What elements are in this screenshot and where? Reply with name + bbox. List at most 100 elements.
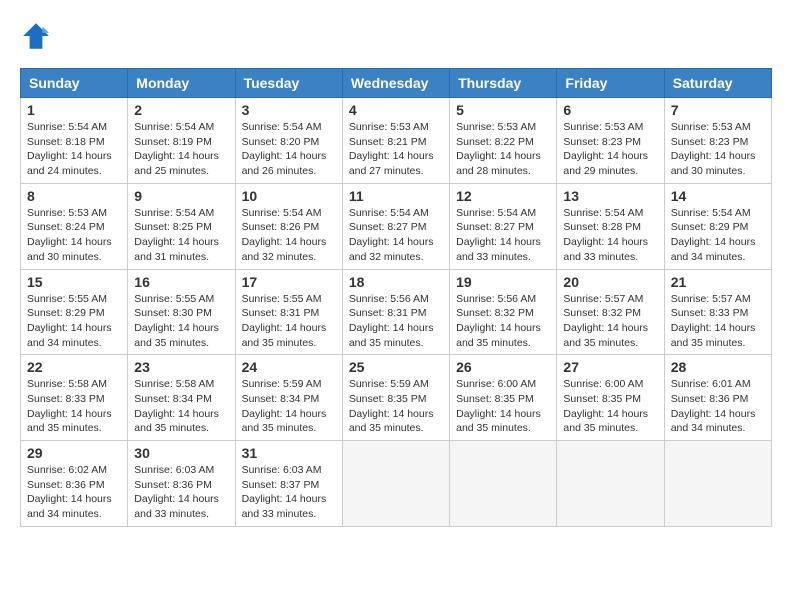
calendar-cell: 20 Sunrise: 5:57 AMSunset: 8:32 PMDayligh… bbox=[557, 269, 664, 355]
day-number: 29 bbox=[27, 445, 121, 461]
day-number: 5 bbox=[456, 102, 550, 118]
header-sunday: Sunday bbox=[21, 69, 128, 98]
day-number: 31 bbox=[242, 445, 336, 461]
logo-icon bbox=[20, 20, 52, 52]
day-info: Sunrise: 5:58 AMSunset: 8:33 PMDaylight:… bbox=[27, 377, 121, 436]
calendar-cell: 12 Sunrise: 5:54 AMSunset: 8:27 PMDayligh… bbox=[450, 183, 557, 269]
day-number: 27 bbox=[563, 359, 657, 375]
calendar-cell bbox=[450, 441, 557, 527]
calendar-cell: 16 Sunrise: 5:55 AMSunset: 8:30 PMDayligh… bbox=[128, 269, 235, 355]
calendar-cell: 1 Sunrise: 5:54 AMSunset: 8:18 PMDaylight… bbox=[21, 98, 128, 184]
day-number: 17 bbox=[242, 274, 336, 290]
day-info: Sunrise: 5:53 AMSunset: 8:23 PMDaylight:… bbox=[563, 120, 657, 179]
day-number: 8 bbox=[27, 188, 121, 204]
day-info: Sunrise: 5:56 AMSunset: 8:32 PMDaylight:… bbox=[456, 292, 550, 351]
day-number: 21 bbox=[671, 274, 765, 290]
day-number: 3 bbox=[242, 102, 336, 118]
calendar-header: SundayMondayTuesdayWednesdayThursdayFrid… bbox=[21, 69, 772, 98]
day-info: Sunrise: 5:54 AMSunset: 8:27 PMDaylight:… bbox=[349, 206, 443, 265]
day-number: 9 bbox=[134, 188, 228, 204]
day-info: Sunrise: 5:54 AMSunset: 8:27 PMDaylight:… bbox=[456, 206, 550, 265]
calendar-cell: 21 Sunrise: 5:57 AMSunset: 8:33 PMDayligh… bbox=[664, 269, 771, 355]
calendar-cell: 25 Sunrise: 5:59 AMSunset: 8:35 PMDayligh… bbox=[342, 355, 449, 441]
calendar-week-1: 1 Sunrise: 5:54 AMSunset: 8:18 PMDaylight… bbox=[21, 98, 772, 184]
header-wednesday: Wednesday bbox=[342, 69, 449, 98]
day-info: Sunrise: 5:54 AMSunset: 8:25 PMDaylight:… bbox=[134, 206, 228, 265]
day-number: 28 bbox=[671, 359, 765, 375]
day-number: 12 bbox=[456, 188, 550, 204]
day-info: Sunrise: 6:01 AMSunset: 8:36 PMDaylight:… bbox=[671, 377, 765, 436]
day-info: Sunrise: 5:54 AMSunset: 8:18 PMDaylight:… bbox=[27, 120, 121, 179]
calendar-cell: 5 Sunrise: 5:53 AMSunset: 8:22 PMDaylight… bbox=[450, 98, 557, 184]
calendar-cell: 4 Sunrise: 5:53 AMSunset: 8:21 PMDaylight… bbox=[342, 98, 449, 184]
day-number: 30 bbox=[134, 445, 228, 461]
calendar-cell: 22 Sunrise: 5:58 AMSunset: 8:33 PMDayligh… bbox=[21, 355, 128, 441]
day-info: Sunrise: 5:54 AMSunset: 8:26 PMDaylight:… bbox=[242, 206, 336, 265]
calendar-cell: 15 Sunrise: 5:55 AMSunset: 8:29 PMDayligh… bbox=[21, 269, 128, 355]
calendar-cell: 27 Sunrise: 6:00 AMSunset: 8:35 PMDayligh… bbox=[557, 355, 664, 441]
calendar-cell bbox=[557, 441, 664, 527]
day-info: Sunrise: 5:54 AMSunset: 8:29 PMDaylight:… bbox=[671, 206, 765, 265]
day-info: Sunrise: 5:53 AMSunset: 8:22 PMDaylight:… bbox=[456, 120, 550, 179]
day-info: Sunrise: 5:53 AMSunset: 8:23 PMDaylight:… bbox=[671, 120, 765, 179]
day-number: 2 bbox=[134, 102, 228, 118]
day-number: 20 bbox=[563, 274, 657, 290]
calendar-cell: 13Sunrise: 5:54 AMSunset: 8:28 PMDayligh… bbox=[557, 183, 664, 269]
day-info: Sunrise: 6:03 AMSunset: 8:37 PMDaylight:… bbox=[242, 463, 336, 522]
day-info: Sunrise: 5:53 AMSunset: 8:21 PMDaylight:… bbox=[349, 120, 443, 179]
day-info: Sunrise: 5:54 AMSunset: 8:19 PMDaylight:… bbox=[134, 120, 228, 179]
day-number: 16 bbox=[134, 274, 228, 290]
day-info: Sunrise: 5:59 AMSunset: 8:34 PMDaylight:… bbox=[242, 377, 336, 436]
calendar-cell: 9 Sunrise: 5:54 AMSunset: 8:25 PMDaylight… bbox=[128, 183, 235, 269]
calendar-week-4: 22 Sunrise: 5:58 AMSunset: 8:33 PMDayligh… bbox=[21, 355, 772, 441]
logo bbox=[20, 20, 56, 52]
day-number: 24 bbox=[242, 359, 336, 375]
header-row: SundayMondayTuesdayWednesdayThursdayFrid… bbox=[21, 69, 772, 98]
calendar-cell: 2 Sunrise: 5:54 AMSunset: 8:19 PMDaylight… bbox=[128, 98, 235, 184]
header-thursday: Thursday bbox=[450, 69, 557, 98]
day-info: Sunrise: 6:00 AMSunset: 8:35 PMDaylight:… bbox=[563, 377, 657, 436]
day-info: Sunrise: 5:53 AMSunset: 8:24 PMDaylight:… bbox=[27, 206, 121, 265]
calendar-cell: 29 Sunrise: 6:02 AMSunset: 8:36 PMDayligh… bbox=[21, 441, 128, 527]
day-number: 25 bbox=[349, 359, 443, 375]
day-info: Sunrise: 6:03 AMSunset: 8:36 PMDaylight:… bbox=[134, 463, 228, 522]
calendar-week-3: 15 Sunrise: 5:55 AMSunset: 8:29 PMDayligh… bbox=[21, 269, 772, 355]
day-number: 11 bbox=[349, 188, 443, 204]
calendar-cell bbox=[664, 441, 771, 527]
day-info: Sunrise: 5:55 AMSunset: 8:29 PMDaylight:… bbox=[27, 292, 121, 351]
calendar-cell: 10Sunrise: 5:54 AMSunset: 8:26 PMDayligh… bbox=[235, 183, 342, 269]
day-info: Sunrise: 5:55 AMSunset: 8:31 PMDaylight:… bbox=[242, 292, 336, 351]
calendar-cell: 23 Sunrise: 5:58 AMSunset: 8:34 PMDayligh… bbox=[128, 355, 235, 441]
day-number: 6 bbox=[563, 102, 657, 118]
day-info: Sunrise: 5:59 AMSunset: 8:35 PMDaylight:… bbox=[349, 377, 443, 436]
page-header bbox=[20, 20, 772, 52]
calendar-cell: 19Sunrise: 5:56 AMSunset: 8:32 PMDayligh… bbox=[450, 269, 557, 355]
day-info: Sunrise: 6:02 AMSunset: 8:36 PMDaylight:… bbox=[27, 463, 121, 522]
day-info: Sunrise: 5:57 AMSunset: 8:33 PMDaylight:… bbox=[671, 292, 765, 351]
calendar-cell: 24 Sunrise: 5:59 AMSunset: 8:34 PMDayligh… bbox=[235, 355, 342, 441]
day-info: Sunrise: 5:55 AMSunset: 8:30 PMDaylight:… bbox=[134, 292, 228, 351]
calendar-cell: 6 Sunrise: 5:53 AMSunset: 8:23 PMDaylight… bbox=[557, 98, 664, 184]
header-monday: Monday bbox=[128, 69, 235, 98]
day-number: 1 bbox=[27, 102, 121, 118]
day-info: Sunrise: 5:57 AMSunset: 8:32 PMDaylight:… bbox=[563, 292, 657, 351]
day-number: 23 bbox=[134, 359, 228, 375]
calendar-cell: 11 Sunrise: 5:54 AMSunset: 8:27 PMDayligh… bbox=[342, 183, 449, 269]
day-number: 7 bbox=[671, 102, 765, 118]
day-number: 15 bbox=[27, 274, 121, 290]
day-number: 22 bbox=[27, 359, 121, 375]
calendar-cell: 18Sunrise: 5:56 AMSunset: 8:31 PMDayligh… bbox=[342, 269, 449, 355]
day-info: Sunrise: 5:58 AMSunset: 8:34 PMDaylight:… bbox=[134, 377, 228, 436]
calendar-week-2: 8 Sunrise: 5:53 AMSunset: 8:24 PMDaylight… bbox=[21, 183, 772, 269]
day-number: 4 bbox=[349, 102, 443, 118]
day-info: Sunrise: 5:54 AMSunset: 8:20 PMDaylight:… bbox=[242, 120, 336, 179]
calendar-cell: 28 Sunrise: 6:01 AMSunset: 8:36 PMDayligh… bbox=[664, 355, 771, 441]
day-number: 26 bbox=[456, 359, 550, 375]
calendar-cell: 31 Sunrise: 6:03 AMSunset: 8:37 PMDayligh… bbox=[235, 441, 342, 527]
calendar-cell: 17 Sunrise: 5:55 AMSunset: 8:31 PMDayligh… bbox=[235, 269, 342, 355]
calendar-cell: 3 Sunrise: 5:54 AMSunset: 8:20 PMDaylight… bbox=[235, 98, 342, 184]
day-info: Sunrise: 5:56 AMSunset: 8:31 PMDaylight:… bbox=[349, 292, 443, 351]
calendar-cell: 26Sunrise: 6:00 AMSunset: 8:35 PMDayligh… bbox=[450, 355, 557, 441]
calendar-table: SundayMondayTuesdayWednesdayThursdayFrid… bbox=[20, 68, 772, 527]
day-info: Sunrise: 5:54 AMSunset: 8:28 PMDaylight:… bbox=[563, 206, 657, 265]
